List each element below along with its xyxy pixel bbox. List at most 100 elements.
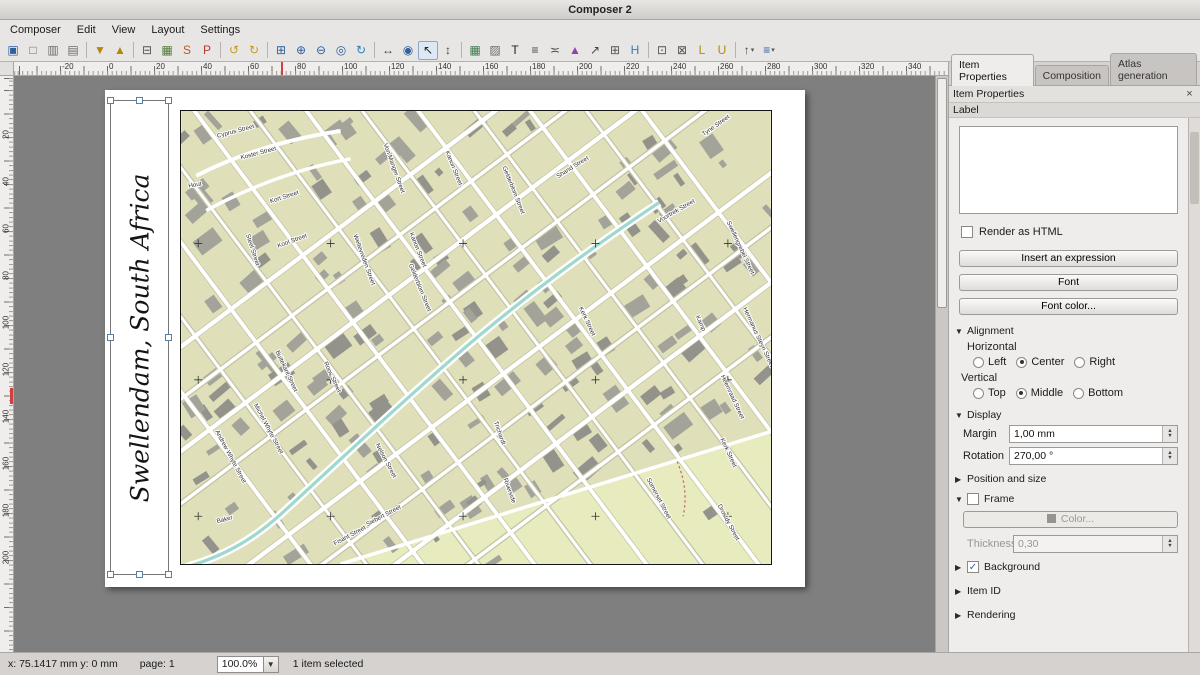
zoom-tool-icon[interactable]: ◉: [398, 41, 418, 60]
radio-icon-checked[interactable]: [1016, 388, 1027, 399]
refresh-view-icon[interactable]: ↻: [351, 41, 371, 60]
zoom-dropdown-arrow-icon[interactable]: ▼: [263, 657, 278, 672]
spinner-arrows-icon[interactable]: ▲▼: [1162, 536, 1177, 552]
panel-scrollbar-thumb[interactable]: [1190, 132, 1199, 204]
redo-icon[interactable]: ↻: [244, 41, 264, 60]
add-new-legend-icon[interactable]: ≡: [525, 41, 545, 60]
export-as-pdf-icon[interactable]: P: [197, 41, 217, 60]
panel-close-icon[interactable]: ×: [1183, 88, 1196, 101]
radio-icon[interactable]: [973, 357, 984, 368]
spinner-arrows-icon[interactable]: ▲▼: [1162, 426, 1177, 442]
item-id-section-header[interactable]: ▶ Item ID: [955, 585, 1178, 597]
alignment-section-header[interactable]: ▼ Alignment: [955, 325, 1178, 337]
new-composer-icon[interactable]: □: [23, 41, 43, 60]
frame-checkbox[interactable]: [967, 493, 979, 505]
position-size-section-header[interactable]: ▶ Position and size: [955, 473, 1178, 485]
save-as-template-icon[interactable]: ▲: [110, 41, 130, 60]
menu-composer[interactable]: Composer: [2, 22, 69, 38]
zoom-full-icon[interactable]: ⊞: [271, 41, 291, 60]
radio-align-middle[interactable]: Middle: [1016, 387, 1063, 399]
panel-scrollbar[interactable]: [1188, 118, 1200, 652]
selection-handle-bottom-center[interactable]: [136, 571, 143, 578]
selection-handle-top-right[interactable]: [165, 97, 172, 104]
render-as-html-row[interactable]: Render as HTML: [961, 226, 1178, 238]
radio-icon-checked[interactable]: [1016, 357, 1027, 368]
add-arrow-icon[interactable]: ↗: [585, 41, 605, 60]
zoom-in-icon[interactable]: ⊕: [291, 41, 311, 60]
duplicate-composer-icon[interactable]: ▥: [43, 41, 63, 60]
rotation-input[interactable]: [1010, 448, 1177, 464]
composer-canvas[interactable]: Swellendam, South Africa Cyprus StreetK: [14, 76, 935, 652]
load-from-template-icon[interactable]: ▼: [90, 41, 110, 60]
selection-handle-top-left[interactable]: [107, 97, 114, 104]
insert-expression-button[interactable]: Insert an expression: [959, 250, 1178, 267]
canvas-vertical-scrollbar-thumb[interactable]: [937, 78, 947, 308]
composition-page[interactable]: Swellendam, South Africa Cyprus StreetK: [105, 90, 805, 587]
menu-view[interactable]: View: [104, 22, 144, 38]
group-items-icon[interactable]: ⊡: [652, 41, 672, 60]
export-as-image-icon[interactable]: ▦: [157, 41, 177, 60]
thickness-spinbox[interactable]: ▲▼: [1013, 535, 1178, 553]
zoom-100-icon[interactable]: ◎: [331, 41, 351, 60]
radio-align-bottom[interactable]: Bottom: [1073, 387, 1123, 399]
selection-handle-bottom-right[interactable]: [165, 571, 172, 578]
radio-align-center[interactable]: Center: [1016, 356, 1064, 368]
render-as-html-checkbox[interactable]: [961, 226, 973, 238]
menu-settings[interactable]: Settings: [192, 22, 248, 38]
radio-icon[interactable]: [1073, 388, 1084, 399]
radio-align-right[interactable]: Right: [1074, 356, 1115, 368]
export-as-svg-icon[interactable]: S: [177, 41, 197, 60]
display-section-header[interactable]: ▼ Display: [955, 409, 1178, 421]
ungroup-items-icon[interactable]: ⊠: [672, 41, 692, 60]
add-image-icon[interactable]: ▨: [485, 41, 505, 60]
save-project-icon[interactable]: ▣: [3, 41, 23, 60]
add-new-map-icon[interactable]: ▦: [465, 41, 485, 60]
radio-icon[interactable]: [1074, 357, 1085, 368]
add-attribute-table-icon[interactable]: ⊞: [605, 41, 625, 60]
panel-tab-composition[interactable]: Composition: [1035, 65, 1109, 85]
panel-tab-atlas-generation[interactable]: Atlas generation: [1110, 53, 1197, 85]
rotation-spinbox[interactable]: ▲▼: [1009, 447, 1178, 465]
font-color-button[interactable]: Font color...: [959, 298, 1178, 315]
selection-handle-mid-left[interactable]: [107, 334, 114, 341]
rendering-section-header[interactable]: ▶ Rendering: [955, 609, 1178, 621]
panel-tab-item-properties[interactable]: Item Properties: [951, 54, 1034, 86]
margin-input[interactable]: [1010, 426, 1177, 442]
align-items-icon[interactable]: ≡▾: [759, 41, 779, 60]
add-new-scalebar-icon[interactable]: ≍: [545, 41, 565, 60]
canvas-vertical-scrollbar[interactable]: [935, 76, 948, 652]
map-item[interactable]: Cyprus StreetKoster StreetTyne StreetHou…: [180, 110, 772, 565]
radio-align-top[interactable]: Top: [973, 387, 1006, 399]
undo-icon[interactable]: ↺: [224, 41, 244, 60]
lock-selected-items-icon[interactable]: L: [692, 41, 712, 60]
menu-edit[interactable]: Edit: [69, 22, 104, 38]
titlebar[interactable]: Composer 2: [0, 0, 1200, 20]
zoom-combo[interactable]: 100.0% ▼: [217, 656, 279, 673]
thickness-input[interactable]: [1014, 536, 1177, 552]
selection-handle-bottom-left[interactable]: [107, 571, 114, 578]
add-html-frame-icon[interactable]: H: [625, 41, 645, 60]
background-section-header[interactable]: ▶ ✓ Background: [955, 561, 1178, 573]
label-text-editor[interactable]: [959, 126, 1178, 214]
radio-icon[interactable]: [973, 388, 984, 399]
unlock-all-items-icon[interactable]: U: [712, 41, 732, 60]
selection-handle-mid-right[interactable]: [165, 334, 172, 341]
frame-section-header[interactable]: ▼ Frame: [955, 493, 1178, 505]
print-icon[interactable]: ⊟: [137, 41, 157, 60]
select-move-item-icon[interactable]: ↖: [418, 41, 438, 60]
zoom-out-icon[interactable]: ⊖: [311, 41, 331, 60]
add-new-label-icon[interactable]: T: [505, 41, 525, 60]
font-button[interactable]: Font: [959, 274, 1178, 291]
radio-align-left[interactable]: Left: [973, 356, 1006, 368]
background-checkbox-checked[interactable]: ✓: [967, 561, 979, 573]
move-item-content-icon[interactable]: ↕: [438, 41, 458, 60]
frame-color-button[interactable]: Color...: [963, 511, 1178, 528]
composer-manager-icon[interactable]: ▤: [63, 41, 83, 60]
raise-selected-items-icon[interactable]: ↑▾: [739, 41, 759, 60]
spinner-arrows-icon[interactable]: ▲▼: [1162, 448, 1177, 464]
margin-spinbox[interactable]: ▲▼: [1009, 425, 1178, 443]
add-basic-shape-icon[interactable]: ▲: [565, 41, 585, 60]
selection-handle-top-center[interactable]: [136, 97, 143, 104]
pan-icon[interactable]: ↔: [378, 41, 398, 60]
label-item-selected[interactable]: Swellendam, South Africa: [110, 100, 169, 575]
